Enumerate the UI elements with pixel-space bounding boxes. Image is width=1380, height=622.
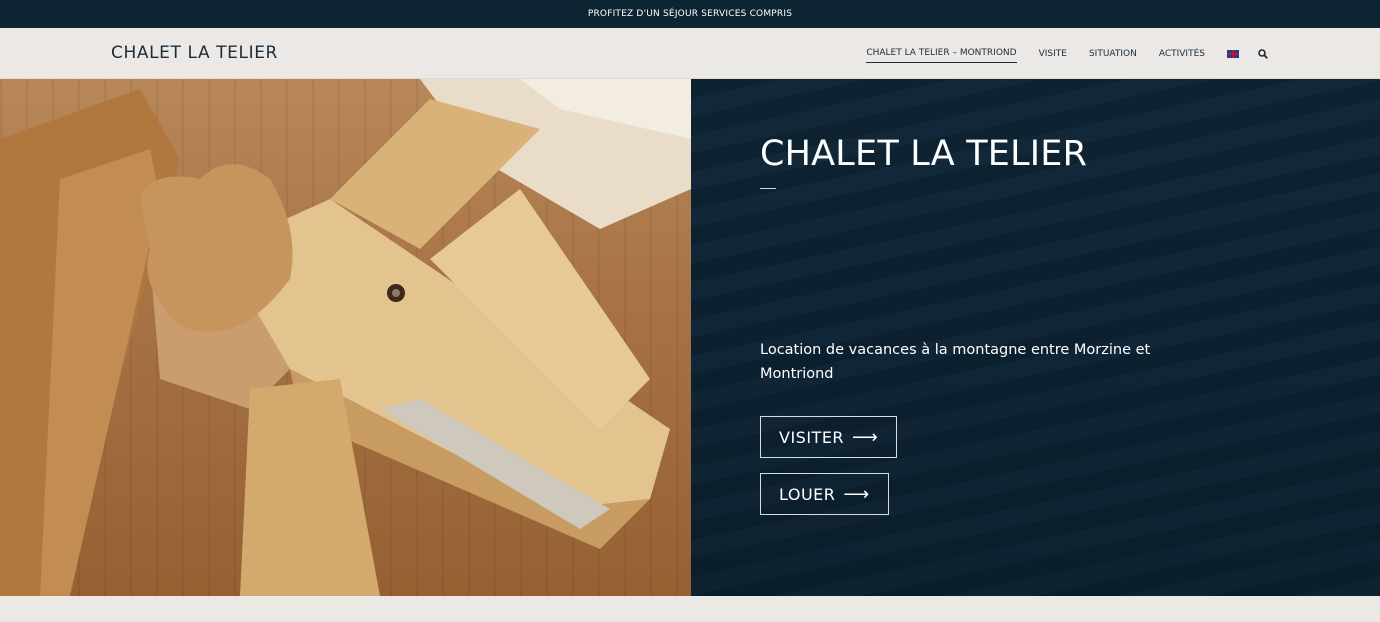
rent-button-label: LOUER [779,484,836,504]
hero-text-panel: CHALET LA TELIER Location de vacances à … [691,79,1380,596]
hero-subtitle: Location de vacances à la montagne entre… [760,342,1151,382]
visit-button-label: VISITER [779,427,845,447]
rent-button[interactable]: LOUER ⟶ [760,473,889,515]
visit-button[interactable]: VISITER ⟶ [760,416,898,458]
announcement-bar: PROFITEZ D'UN SÉJOUR SERVICES COMPRIS [0,0,1380,28]
uk-flag-icon[interactable] [1227,49,1239,58]
hero-section: CHALET LA TELIER Location de vacances à … [0,79,1380,596]
nav-item-situation[interactable]: SITUATION [1089,45,1137,63]
page-bottom-strip [0,596,1380,622]
arrow-right-icon: ⟶ [843,483,870,505]
hero-image-wood-beams [0,79,691,596]
nav-item-chalet[interactable]: CHALET LA TELIER – MONTRIOND [866,44,1017,63]
arrow-right-icon: ⟶ [852,426,879,448]
site-logo[interactable]: CHALET LA TELIER [111,43,278,63]
nav-item-activites[interactable]: ACTIVITÉS [1159,45,1205,63]
announcement-text: PROFITEZ D'UN SÉJOUR SERVICES COMPRIS [587,9,793,19]
search-icon[interactable] [1257,48,1269,60]
site-header: CHALET LA TELIER CHALET LA TELIER – MONT… [0,28,1380,79]
nav-item-visite[interactable]: VISITE [1039,45,1067,63]
title-divider [760,188,776,189]
main-nav: CHALET LA TELIER – MONTRIOND VISITE SITU… [844,28,1269,79]
hero-title: CHALET LA TELIER [760,134,1088,174]
